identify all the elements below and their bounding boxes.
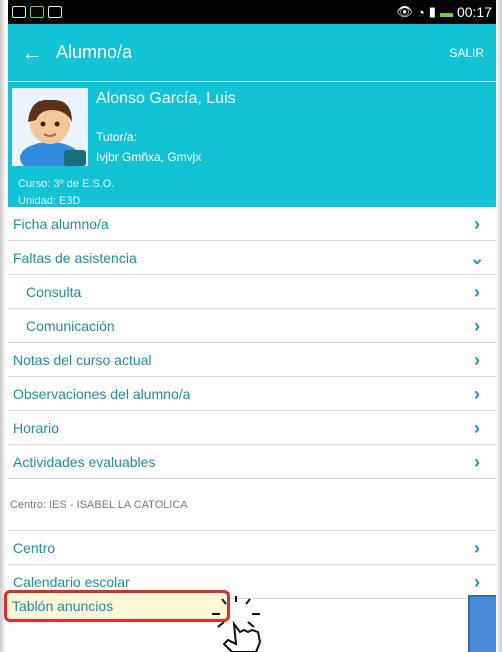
menu-item-centro[interactable]: Centro › xyxy=(8,531,496,565)
camera-icon[interactable] xyxy=(64,150,86,166)
app-bar: ← Alumno/a SALIR xyxy=(8,24,496,81)
chevron-right-icon: › xyxy=(474,315,480,336)
tutor-name: Ivjbr Gmñxa, Gmvjx xyxy=(96,150,202,164)
chevron-right-icon: › xyxy=(474,571,480,592)
student-profile: Alonso García, Luis Tutor/a: Ivjbr Gmñxa… xyxy=(8,81,496,207)
menu-item-horario[interactable]: Horario › xyxy=(8,411,496,445)
menu-item-ficha[interactable]: Ficha alumno/a › xyxy=(8,207,496,241)
chevron-right-icon: › xyxy=(474,281,480,302)
logout-button[interactable]: SALIR xyxy=(449,46,484,60)
menu-item-consulta[interactable]: Consulta › xyxy=(8,275,496,309)
menu-list: Ficha alumno/a › Faltas de asistencia ⌄ … xyxy=(8,207,496,599)
chevron-right-icon: › xyxy=(474,417,480,438)
tutor-label: Tutor/a: xyxy=(96,130,137,144)
section-center-header: Centro: IES - ISABEL LA CATOLICA xyxy=(8,479,496,531)
menu-item-label: Actividades evaluables xyxy=(13,453,156,470)
unit-info: Unidad: E3D xyxy=(18,195,81,207)
page-title: Alumno/a xyxy=(56,42,133,62)
image-icon xyxy=(12,6,26,18)
signal-icon: ▮ xyxy=(428,4,436,19)
menu-item-label: Calendario escolar xyxy=(13,573,130,590)
menu-item-label: Ficha alumno/a xyxy=(13,215,109,232)
device-frame: 👁 ◔ ▮ ▬ 00:17 ← Alumno/a SALIR Alonso Ga… xyxy=(0,0,502,652)
chevron-right-icon: › xyxy=(474,383,480,404)
wifi-icon: ◔ xyxy=(416,4,425,20)
status-left-icons xyxy=(12,6,62,18)
chevron-right-icon: › xyxy=(474,451,480,472)
message-icon xyxy=(30,6,44,18)
menu-item-label: Comunicación xyxy=(26,317,115,334)
decorative-blue-panel xyxy=(468,595,502,652)
menu-item-label: Observaciones del alumno/a xyxy=(13,385,191,402)
file-icon xyxy=(48,6,62,18)
back-arrow-icon[interactable]: ← xyxy=(8,40,56,66)
menu-item-label: Consulta xyxy=(26,283,82,300)
section-center-label: Centro: IES - ISABEL LA CATOLICA xyxy=(10,498,188,511)
menu-item-actividades[interactable]: Actividades evaluables › xyxy=(8,445,496,479)
student-name: Alonso García, Luis xyxy=(96,90,236,107)
status-time: 00:17 xyxy=(456,4,492,20)
menu-item-label: Centro xyxy=(13,539,56,556)
menu-item-label: Notas del curso actual xyxy=(13,351,152,368)
chevron-right-icon: › xyxy=(474,537,480,558)
course-info: Curso: 3º de E.S.O. xyxy=(18,178,115,190)
status-right-icons: 👁 ◔ ▮ ▬ 00:17 xyxy=(396,4,492,20)
status-bar: 👁 ◔ ▮ ▬ 00:17 xyxy=(8,0,496,24)
avatar xyxy=(12,88,88,166)
chevron-down-icon: ⌄ xyxy=(469,247,485,268)
menu-item-notas[interactable]: Notas del curso actual › xyxy=(8,343,496,377)
menu-item-observaciones[interactable]: Observaciones del alumno/a › xyxy=(8,377,496,411)
menu-item-faltas[interactable]: Faltas de asistencia ⌄ xyxy=(8,241,496,275)
menu-item-label: Faltas de asistencia xyxy=(13,249,137,266)
chevron-right-icon: › xyxy=(474,349,480,370)
tap-hand-icon xyxy=(212,596,262,652)
battery-icon: ▬ xyxy=(439,4,453,20)
menu-item-label: Tablón anuncios xyxy=(12,598,114,614)
eye-icon: 👁 xyxy=(396,4,413,19)
menu-item-label: Horario xyxy=(13,419,59,436)
menu-item-comunicacion[interactable]: Comunicación › xyxy=(8,309,496,343)
chevron-right-icon: › xyxy=(474,213,480,234)
